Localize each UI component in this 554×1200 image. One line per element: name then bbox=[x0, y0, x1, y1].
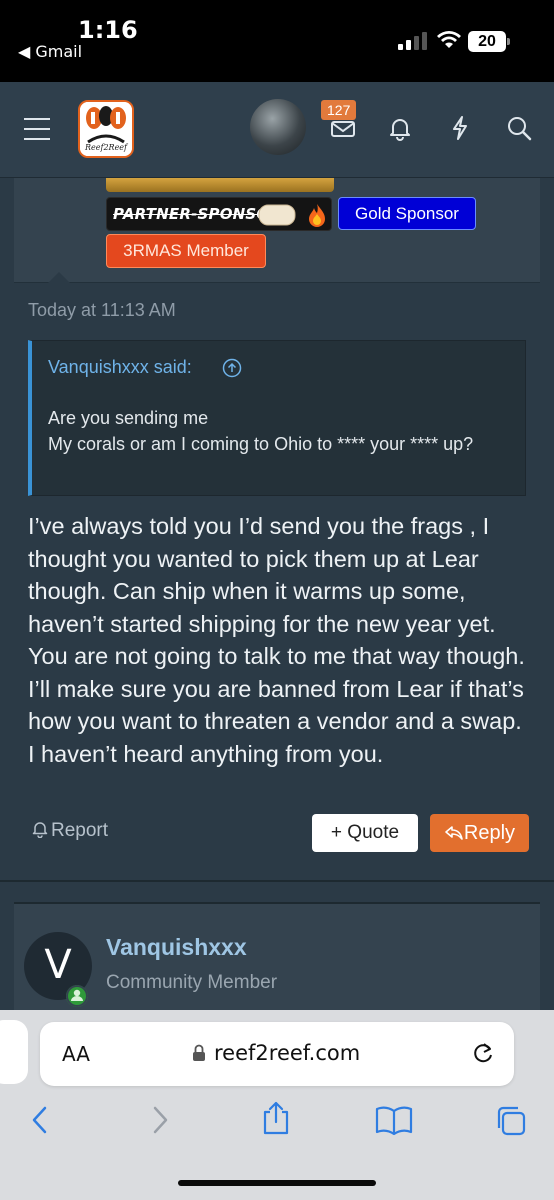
next-post-user-title: Community Member bbox=[106, 972, 278, 993]
reply-arrow-icon bbox=[445, 826, 463, 840]
quote-button[interactable]: + Quote bbox=[312, 814, 418, 852]
forward-icon[interactable] bbox=[148, 1104, 172, 1136]
bookmarks-icon[interactable] bbox=[374, 1104, 414, 1136]
section-separator bbox=[0, 880, 554, 882]
inbox-count-badge: 127 bbox=[321, 100, 357, 120]
status-bar: 1:16 ◀ Gmail 20 bbox=[0, 0, 554, 82]
back-icon[interactable] bbox=[28, 1104, 52, 1136]
bell-icon[interactable] bbox=[386, 114, 414, 142]
report-label: Report bbox=[51, 820, 109, 841]
post-message-body: I’ve always told you I’d send you the fr… bbox=[28, 513, 525, 767]
bolt-icon[interactable] bbox=[446, 114, 474, 142]
previous-tab-preview[interactable] bbox=[0, 1020, 28, 1084]
menu-icon[interactable] bbox=[24, 118, 50, 140]
post-divider bbox=[14, 282, 540, 283]
member-badge: 3RMAS Member bbox=[106, 234, 266, 268]
post-timestamp[interactable]: Today at 11:13 AM bbox=[28, 300, 176, 321]
back-to-gmail-link[interactable]: ◀ Gmail bbox=[18, 42, 82, 61]
quote-line: My corals or am I coming to Ohio to ****… bbox=[48, 434, 474, 454]
aa-label: AA bbox=[62, 1042, 90, 1066]
next-post-username[interactable]: Vanquishxxx bbox=[106, 934, 247, 961]
page-settings-button[interactable]: AA bbox=[62, 1042, 90, 1066]
partner-sponsor-label: PARTNER-SPONSOR bbox=[113, 205, 282, 223]
reef-logo-icon: Reef2Reef bbox=[80, 102, 132, 156]
quote-text: Are you sending me My corals or am I com… bbox=[48, 405, 514, 457]
home-indicator bbox=[178, 1180, 376, 1186]
next-post bbox=[14, 904, 540, 1014]
site-header: Reef2Reef bbox=[0, 82, 554, 178]
battery-icon: 20 bbox=[468, 31, 510, 52]
quote-author[interactable]: Vanquishxxx said: bbox=[48, 357, 192, 378]
sponsor-badge-icon bbox=[258, 204, 296, 226]
online-status-icon bbox=[66, 985, 88, 1007]
quote-block: Vanquishxxx said: Are you sending me My … bbox=[28, 340, 526, 496]
jump-to-quote-icon[interactable] bbox=[222, 358, 242, 378]
quote-line: Are you sending me bbox=[48, 408, 209, 428]
partner-sponsor-banner: PARTNER-SPONSOR bbox=[106, 197, 332, 231]
signature-banner-partial bbox=[106, 178, 334, 192]
gold-sponsor-badge: Gold Sponsor bbox=[338, 197, 476, 230]
fire-icon bbox=[309, 204, 325, 227]
post-arrow-notch bbox=[48, 272, 70, 283]
share-icon[interactable] bbox=[260, 1100, 292, 1136]
report-link[interactable]: Report bbox=[32, 820, 108, 842]
address-bar[interactable]: AA reef2reef.com bbox=[40, 1022, 514, 1086]
clock: 1:16 bbox=[78, 16, 138, 44]
cellular-signal-icon bbox=[398, 32, 428, 50]
reload-icon[interactable] bbox=[470, 1040, 496, 1066]
site-logo[interactable]: Reef2Reef bbox=[78, 100, 134, 158]
svg-text:Reef2Reef: Reef2Reef bbox=[84, 143, 129, 152]
lock-icon bbox=[193, 1044, 205, 1061]
user-avatar[interactable] bbox=[250, 99, 306, 155]
report-bell-icon bbox=[32, 822, 48, 838]
url-text: reef2reef.com bbox=[214, 1041, 361, 1065]
wifi-icon bbox=[437, 31, 461, 48]
search-icon[interactable] bbox=[505, 114, 533, 142]
reply-label: Reply bbox=[463, 822, 516, 844]
safari-bottom-bar: AA reef2reef.com bbox=[0, 1010, 554, 1200]
reply-button[interactable]: Reply bbox=[430, 814, 529, 852]
tabs-icon[interactable] bbox=[494, 1104, 528, 1138]
